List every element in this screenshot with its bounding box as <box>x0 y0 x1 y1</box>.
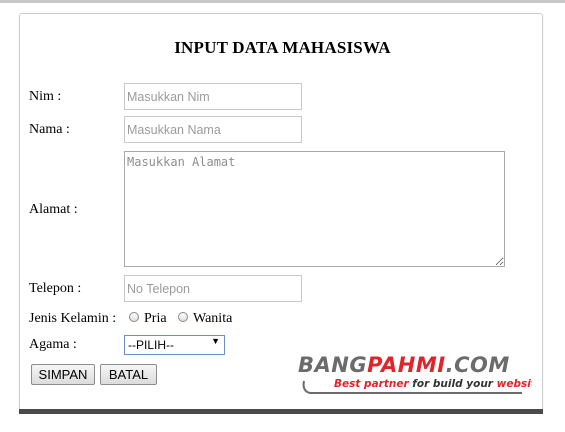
brand-part1: BANG <box>298 353 367 377</box>
nama-input[interactable] <box>124 116 302 143</box>
batal-button[interactable]: BATAL <box>100 364 157 385</box>
radio-wanita-label[interactable]: Wanita <box>193 311 232 327</box>
form-title: INPUT DATA MAHASISWA <box>174 38 391 57</box>
tagline-part2: for build your <box>412 378 494 390</box>
radio-wanita[interactable] <box>178 312 188 322</box>
svg-text:Best partner for build your we: Best partner for build your website <box>334 378 532 390</box>
brand-part3: .COM <box>446 353 510 377</box>
tagline-part3: website <box>497 378 532 390</box>
radio-pria[interactable] <box>129 312 139 322</box>
alamat-textarea[interactable] <box>124 151 505 267</box>
agama-selected-value: --PILIH-- <box>128 338 174 352</box>
jenis-kelamin-label: Jenis Kelamin : <box>29 311 117 326</box>
agama-label: Agama : <box>29 337 77 352</box>
radio-pria-label[interactable]: Pria <box>144 311 167 327</box>
svg-text:BANGPAHMI.COM: BANGPAHMI.COM <box>298 353 510 377</box>
nama-label: Nama : <box>29 122 70 137</box>
alamat-label: Alamat : <box>29 202 78 217</box>
telepon-label: Telepon : <box>29 281 82 296</box>
brand-part2: PAHMI <box>367 353 446 377</box>
tagline-part1: Best partner <box>334 378 409 390</box>
nim-label: Nim : <box>29 89 62 104</box>
dropdown-arrow-icon: ▼ <box>211 336 220 346</box>
bangpahmi-watermark-logo: BANGPAHMI.COM Best partner for build you… <box>297 352 532 394</box>
browser-top-edge <box>0 0 565 3</box>
telepon-input[interactable] <box>124 275 302 302</box>
nim-input[interactable] <box>124 83 302 110</box>
form-panel-bottom-bar <box>19 409 543 414</box>
agama-select[interactable]: --PILIH-- ▼ <box>124 335 225 355</box>
simpan-button[interactable]: SIMPAN <box>31 364 95 385</box>
